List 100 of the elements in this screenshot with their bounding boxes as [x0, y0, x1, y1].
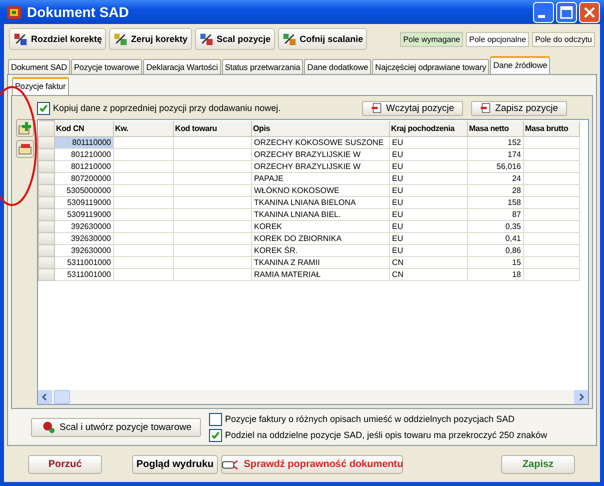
column-header[interactable]: Opis — [252, 120, 390, 136]
column-header[interactable]: Kw. — [114, 120, 174, 136]
table-cell: KOREK ŚR. — [252, 244, 390, 256]
table-cell: CN — [390, 268, 468, 280]
table-cell: ORZECHY KOKOSOWE SUSZONE — [252, 136, 390, 148]
table-cell: 87 — [468, 208, 524, 220]
checkbox-label: Podziel na oddzielne pozycje SAD, jeśli opis towaru ma przekroczyć 250 znaków — [225, 430, 548, 440]
checkbox[interactable] — [209, 428, 222, 442]
close-icon[interactable] — [579, 2, 600, 22]
row-header[interactable] — [38, 184, 54, 196]
panel-button[interactable]: Zapisz pozycje — [471, 100, 567, 116]
checkbox-label: Kopiuj dane z poprzedniej pozycji przy dodawaniu nowej. — [53, 103, 281, 113]
legend-label: Pole opcjonalne — [466, 32, 530, 46]
tab[interactable]: Dokument SAD — [8, 59, 70, 74]
tool-icon — [282, 32, 297, 46]
delete-icon[interactable] — [16, 140, 34, 158]
table-cell: 801210000 — [54, 160, 114, 172]
legend-label: Pole wymagane — [400, 32, 464, 46]
scroll-thumb[interactable] — [54, 390, 70, 404]
table-cell: EU — [390, 184, 468, 196]
table-cell: 18 — [468, 268, 524, 280]
table-cell: 801210000 — [54, 148, 114, 160]
toolbar-button[interactable]: Cofnij scalanie — [278, 28, 368, 50]
add-icon[interactable] — [16, 119, 34, 137]
tab[interactable]: Najczęściej odprawiane towary — [372, 59, 490, 74]
table-cell: 158 — [468, 196, 524, 208]
merge-button[interactable]: Scal i utwórz pozycje towarowe — [31, 418, 201, 436]
legend-label: Pole do odczytu — [532, 32, 595, 46]
horizontal-scrollbar[interactable] — [38, 390, 588, 404]
minimize-icon[interactable] — [533, 2, 554, 22]
tool-icon — [13, 32, 28, 46]
tab[interactable]: Pozycje towarowe — [70, 59, 142, 74]
panel-button[interactable]: Wczytaj pozycje — [362, 100, 464, 116]
table-cell: EU — [390, 172, 468, 184]
tab[interactable]: Status przetwarzania — [222, 59, 304, 74]
table-cell: KOREK — [252, 220, 390, 232]
row-header[interactable] — [38, 196, 54, 208]
tab[interactable]: Deklaracja Wartości — [143, 59, 221, 74]
app-icon — [6, 4, 22, 20]
footer-button[interactable]: Pogląd wydruku — [132, 454, 218, 474]
table-cell: ORZECHY BRAZYLIJSKIE W — [252, 148, 390, 160]
table-cell: 56,016 — [468, 160, 524, 172]
table-cell: 0,86 — [468, 244, 524, 256]
row-header[interactable] — [38, 256, 54, 268]
column-header[interactable]: Kraj pochodzenia — [390, 120, 468, 136]
toolbar-button[interactable]: Zeruj korekty — [109, 28, 192, 50]
table-cell: 392630000 — [54, 244, 114, 256]
document-icon — [371, 102, 384, 114]
tab[interactable]: Dane źródłowe — [490, 56, 550, 74]
table-cell: 0,41 — [468, 232, 524, 244]
table-cell: 5309119000 — [54, 208, 114, 220]
table-cell: 801110000 — [54, 136, 114, 148]
table-cell: CN — [390, 256, 468, 268]
table-cell: RAMIA MATERIAŁ — [252, 268, 390, 280]
row-header[interactable] — [38, 268, 54, 280]
row-header[interactable] — [38, 148, 54, 160]
window-title: Dokument SAD — [27, 4, 130, 20]
row-header[interactable] — [38, 172, 54, 184]
table-cell: EU — [390, 196, 468, 208]
table-cell: EU — [390, 232, 468, 244]
table-cell: EU — [390, 244, 468, 256]
tool-icon — [113, 32, 128, 46]
footer-button[interactable]: Sprawdź poprawność dokumentu — [221, 454, 403, 474]
row-header[interactable] — [38, 244, 54, 256]
table-cell: 152 — [468, 136, 524, 148]
table-cell: 392630000 — [54, 232, 114, 244]
table-cell: KOREK DO ZBIORNIKA — [252, 232, 390, 244]
scroll-right-icon[interactable] — [574, 390, 588, 404]
table-cell: 24 — [468, 172, 524, 184]
footer-button[interactable]: Zapisz — [501, 454, 575, 474]
toolbar-button[interactable]: Rozdziel korektę — [9, 28, 106, 50]
row-header[interactable] — [38, 136, 54, 148]
tool-icon — [198, 32, 214, 46]
toolbar-button[interactable]: Scal pozycje — [194, 28, 275, 50]
column-header[interactable]: Masa brutto — [524, 120, 580, 136]
table-cell: EU — [390, 208, 468, 220]
table-cell: 28 — [468, 184, 524, 196]
table-cell: TKANINA Z RAMII — [252, 256, 390, 268]
column-header[interactable]: Kod towaru — [174, 120, 252, 136]
scroll-left-icon[interactable] — [38, 390, 52, 404]
row-header[interactable] — [38, 232, 54, 244]
row-header[interactable] — [38, 208, 54, 220]
table-cell: 807200000 — [54, 172, 114, 184]
table-cell: PAPAJE — [252, 172, 390, 184]
row-header[interactable] — [38, 220, 54, 232]
column-header[interactable]: Kod CN — [54, 120, 114, 136]
checkbox[interactable] — [209, 412, 222, 426]
tab[interactable]: Dane dodatkowe — [304, 59, 372, 74]
table-cell: 392630000 — [54, 220, 114, 232]
table-cell: WŁÓKNO KOKOSOWE — [252, 184, 390, 196]
row-header[interactable] — [38, 160, 54, 172]
maximize-icon[interactable] — [556, 2, 577, 22]
checkbox[interactable] — [37, 102, 50, 114]
table-cell: TKANINA LNIANA BIEL. — [252, 208, 390, 220]
tab[interactable]: Pozycje faktur — [12, 77, 69, 95]
column-header[interactable]: Masa netto — [468, 120, 524, 136]
table-cell: 0,35 — [468, 220, 524, 232]
checkbox-label: Pozycje faktury o różnych opisach umieść w oddzielnych pozycjach SAD — [225, 414, 515, 424]
footer-button[interactable]: Porzuć — [28, 454, 102, 474]
merge-icon — [40, 420, 56, 434]
